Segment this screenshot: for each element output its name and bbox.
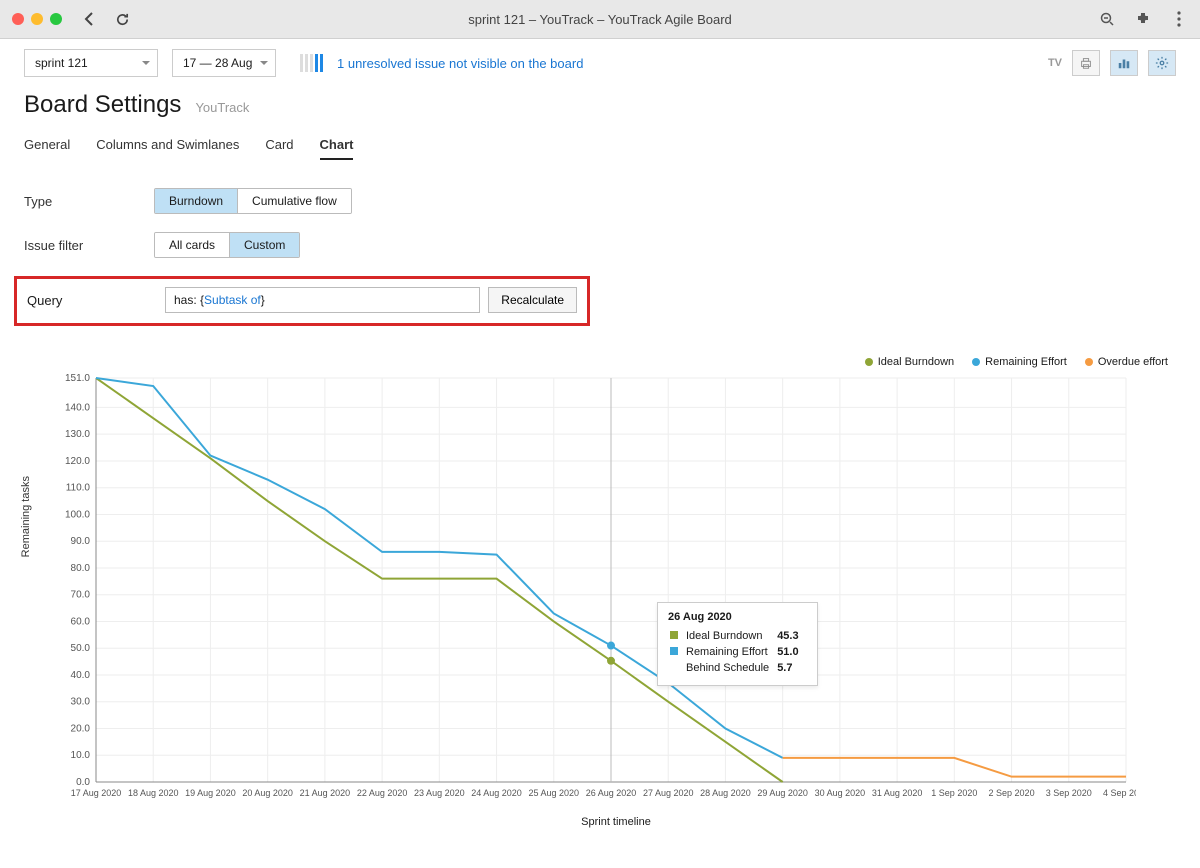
query-row-highlight: Query has: {Subtask of} Recalculate [14, 276, 590, 326]
window-controls [12, 13, 62, 25]
svg-text:130.0: 130.0 [65, 429, 90, 440]
chart-plot[interactable]: 0.0 10.0 20.0 30.0 40.0 50.0 60.0 70.0 80.0 90.0 1… [56, 372, 1136, 812]
query-suffix: } [261, 293, 265, 307]
query-token: Subtask of [204, 293, 261, 307]
filter-row: Issue filter All cards Custom [24, 232, 1176, 258]
tab-chart[interactable]: Chart [320, 137, 354, 160]
svg-text:2 Sep 2020: 2 Sep 2020 [989, 788, 1035, 798]
legend-remaining: Remaining Effort [972, 356, 1067, 368]
browser-chrome: sprint 121 – YouTrack – YouTrack Agile B… [0, 0, 1200, 39]
tooltip-date: 26 Aug 2020 [668, 611, 807, 623]
svg-text:26 Aug 2020: 26 Aug 2020 [586, 788, 637, 798]
chart-type-toggle: Burndown Cumulative flow [154, 188, 352, 214]
svg-text:29 Aug 2020: 29 Aug 2020 [757, 788, 808, 798]
date-range-label: 17 — 28 Aug [183, 56, 252, 70]
reload-button[interactable] [112, 9, 132, 29]
tab-general[interactable]: General [24, 137, 70, 160]
type-row: Type Burndown Cumulative flow [24, 188, 1176, 214]
svg-text:1 Sep 2020: 1 Sep 2020 [931, 788, 977, 798]
svg-text:25 Aug 2020: 25 Aug 2020 [528, 788, 579, 798]
svg-text:10.0: 10.0 [71, 750, 91, 761]
extensions-icon[interactable] [1134, 10, 1152, 28]
chart-legend: Ideal Burndown Remaining Effort Overdue … [56, 356, 1176, 368]
svg-text:22 Aug 2020: 22 Aug 2020 [357, 788, 408, 798]
menu-icon[interactable] [1170, 10, 1188, 28]
svg-text:151.0: 151.0 [65, 373, 90, 384]
query-input[interactable]: has: {Subtask of} [165, 287, 480, 313]
print-button[interactable] [1072, 50, 1100, 76]
svg-text:0.0: 0.0 [76, 777, 90, 788]
type-burndown[interactable]: Burndown [155, 189, 237, 213]
svg-text:28 Aug 2020: 28 Aug 2020 [700, 788, 751, 798]
svg-text:60.0: 60.0 [71, 616, 91, 627]
svg-text:24 Aug 2020: 24 Aug 2020 [471, 788, 522, 798]
svg-text:21 Aug 2020: 21 Aug 2020 [300, 788, 351, 798]
chart-view-button[interactable] [1110, 50, 1138, 76]
maximize-window-icon[interactable] [50, 13, 62, 25]
svg-text:70.0: 70.0 [71, 590, 91, 601]
page-heading: Board Settings [24, 91, 181, 119]
settings-tabs: General Columns and Swimlanes Card Chart [24, 137, 1176, 160]
svg-text:30 Aug 2020: 30 Aug 2020 [815, 788, 866, 798]
svg-text:17 Aug 2020: 17 Aug 2020 [71, 788, 122, 798]
svg-text:31 Aug 2020: 31 Aug 2020 [872, 788, 923, 798]
minimize-window-icon[interactable] [31, 13, 43, 25]
page-header: Board Settings YouTrack [24, 91, 1176, 119]
svg-text:40.0: 40.0 [71, 670, 91, 681]
close-window-icon[interactable] [12, 13, 24, 25]
type-cumulative[interactable]: Cumulative flow [237, 189, 351, 213]
legend-ideal: Ideal Burndown [865, 356, 954, 368]
svg-text:19 Aug 2020: 19 Aug 2020 [185, 788, 236, 798]
page-title-bar: sprint 121 – YouTrack – YouTrack Agile B… [468, 12, 732, 27]
filter-label: Issue filter [24, 238, 154, 253]
chart-tooltip: 26 Aug 2020 Ideal Burndown45.3 Remaining… [657, 602, 818, 686]
type-label: Type [24, 194, 154, 209]
svg-text:50.0: 50.0 [71, 643, 91, 654]
svg-text:30.0: 30.0 [71, 697, 91, 708]
svg-text:27 Aug 2020: 27 Aug 2020 [643, 788, 694, 798]
query-prefix: has: { [174, 293, 204, 307]
burndown-chart: Ideal Burndown Remaining Effort Overdue … [56, 356, 1176, 828]
filter-custom[interactable]: Custom [229, 233, 299, 257]
tab-columns[interactable]: Columns and Swimlanes [96, 137, 239, 160]
svg-text:120.0: 120.0 [65, 456, 90, 467]
unresolved-issue-link[interactable]: 1 unresolved issue not visible on the bo… [337, 56, 583, 71]
svg-text:18 Aug 2020: 18 Aug 2020 [128, 788, 179, 798]
breadcrumb[interactable]: YouTrack [195, 100, 249, 115]
filter-all-cards[interactable]: All cards [155, 233, 229, 257]
svg-text:140.0: 140.0 [65, 402, 90, 413]
zoom-icon[interactable] [1098, 10, 1116, 28]
tv-mode-label[interactable]: TV [1048, 57, 1062, 69]
date-range-dropdown[interactable]: 17 — 28 Aug [172, 49, 276, 77]
y-axis-label: Remaining tasks [20, 476, 32, 557]
svg-text:80.0: 80.0 [71, 563, 91, 574]
svg-text:100.0: 100.0 [65, 509, 90, 520]
svg-text:20 Aug 2020: 20 Aug 2020 [242, 788, 293, 798]
back-button[interactable] [80, 9, 100, 29]
query-label: Query [17, 293, 157, 308]
tab-card[interactable]: Card [265, 137, 293, 160]
svg-text:4 Sep 2020: 4 Sep 2020 [1103, 788, 1136, 798]
column-density-indicator[interactable] [300, 54, 323, 72]
svg-text:3 Sep 2020: 3 Sep 2020 [1046, 788, 1092, 798]
svg-text:90.0: 90.0 [71, 536, 91, 547]
svg-text:23 Aug 2020: 23 Aug 2020 [414, 788, 465, 798]
x-axis-label: Sprint timeline [56, 816, 1176, 828]
svg-text:110.0: 110.0 [66, 483, 91, 494]
settings-button[interactable] [1148, 50, 1176, 76]
recalculate-button[interactable]: Recalculate [488, 287, 577, 313]
svg-text:20.0: 20.0 [71, 723, 91, 734]
sprint-dropdown[interactable]: sprint 121 [24, 49, 158, 77]
board-toolbar: sprint 121 17 — 28 Aug 1 unresolved issu… [0, 39, 1200, 87]
issue-filter-toggle: All cards Custom [154, 232, 300, 258]
sprint-dropdown-label: sprint 121 [35, 56, 88, 70]
legend-overdue: Overdue effort [1085, 356, 1168, 368]
